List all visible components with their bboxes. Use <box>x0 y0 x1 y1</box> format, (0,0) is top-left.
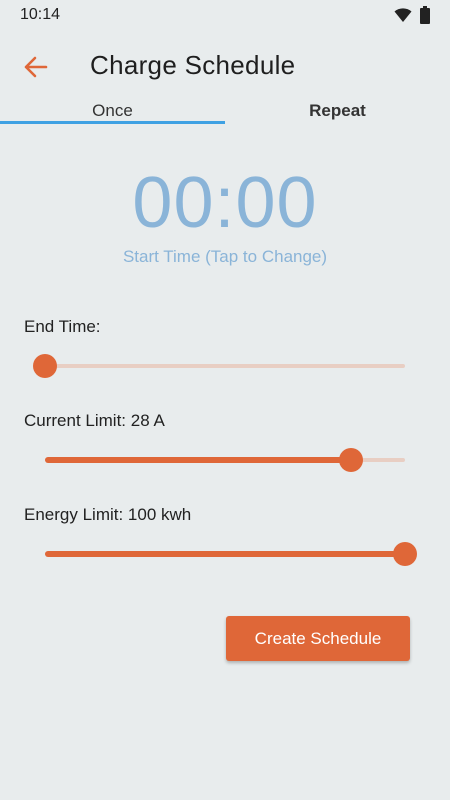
slider-fill <box>45 457 351 463</box>
start-time-caption[interactable]: Start Time (Tap to Change) <box>0 247 450 267</box>
slider-track <box>45 364 405 368</box>
battery-icon <box>420 6 430 24</box>
arrow-left-icon[interactable] <box>20 52 50 82</box>
energy-limit-label: Energy Limit: 100 kwh <box>24 505 192 524</box>
end-time-slider[interactable] <box>33 351 405 381</box>
start-time-display[interactable]: 00:00 <box>0 162 450 244</box>
create-schedule-button[interactable]: Create Schedule <box>226 616 410 661</box>
slider-thumb[interactable] <box>393 542 417 566</box>
slider-thumb[interactable] <box>33 354 57 378</box>
end-time-label: End Time: <box>24 317 101 336</box>
tab-repeat[interactable]: Repeat <box>225 96 450 126</box>
status-icons <box>394 6 430 24</box>
current-limit-label: Current Limit: 28 A <box>24 411 165 430</box>
current-limit-slider[interactable] <box>45 445 405 475</box>
app-bar: Charge Schedule <box>0 40 450 92</box>
energy-limit-slider[interactable] <box>45 539 417 569</box>
slider-fill <box>45 551 405 557</box>
slider-thumb[interactable] <box>339 448 363 472</box>
tab-indicator <box>0 121 225 124</box>
status-bar: 10:14 <box>0 0 450 32</box>
wifi-icon <box>394 7 412 23</box>
page-title: Charge Schedule <box>90 50 296 80</box>
status-time: 10:14 <box>20 6 61 23</box>
